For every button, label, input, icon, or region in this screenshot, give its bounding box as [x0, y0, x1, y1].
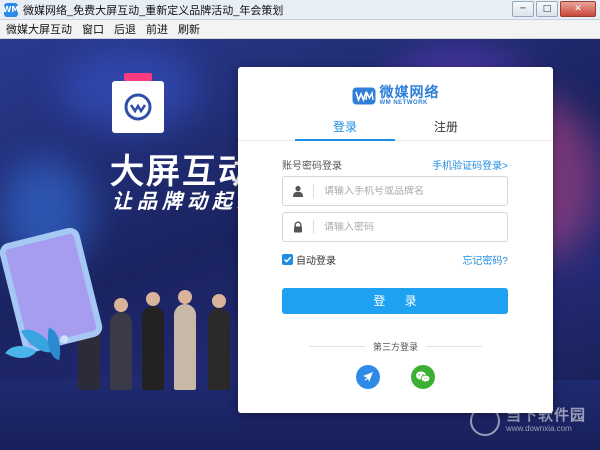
divider-line: [308, 346, 365, 347]
person-figure: [208, 294, 230, 390]
password-login-label: 账号密码登录: [282, 161, 342, 172]
lock-icon: [283, 213, 313, 241]
login-method-row: 账号密码登录 手机验证码登录>: [282, 157, 508, 172]
qq-icon: [363, 372, 373, 382]
window-controls: ─ □ ✕: [512, 1, 596, 17]
field-divider: [313, 184, 314, 198]
brand-name: 微媒网络: [379, 84, 440, 100]
password-input[interactable]: [324, 221, 494, 233]
divider-line: [426, 346, 482, 347]
menu-item-refresh[interactable]: 刷新: [178, 21, 200, 37]
menu-bar: 微媒大屏互动 窗口 后退 前进 刷新: [0, 20, 600, 39]
menu-item-forward[interactable]: 前进: [146, 21, 168, 37]
wechat-login-button[interactable]: [411, 365, 435, 389]
login-card: 微媒网络 WM NETWORK 登录 注册 账号密码登录 手机验证码登录> 请输…: [238, 67, 553, 413]
logo-tag: [124, 73, 152, 81]
auto-login-label[interactable]: 自动登录: [296, 252, 336, 267]
wm-brand-icon: [352, 87, 375, 104]
auto-login-toggle[interactable]: 自动登录: [282, 252, 336, 267]
app-icon: WM: [3, 2, 19, 17]
field-divider: [313, 220, 314, 234]
third-party-label: 第三方登录: [372, 342, 418, 352]
minimize-button[interactable]: ─: [512, 1, 534, 17]
options-row: 自动登录 忘记密码?: [282, 252, 508, 267]
close-button[interactable]: ✕: [560, 1, 596, 17]
qq-login-button[interactable]: [356, 365, 380, 389]
watermark-url: www.downxia.com: [505, 423, 572, 433]
third-party-divider: 第三方登录: [238, 340, 553, 353]
menu-item-window[interactable]: 窗口: [82, 21, 104, 37]
person-figure: [142, 292, 164, 390]
tab-register[interactable]: 注册: [396, 119, 496, 141]
account-input[interactable]: [324, 185, 494, 197]
maximize-button[interactable]: □: [536, 1, 558, 17]
person-figure: [110, 298, 132, 390]
tab-login[interactable]: 登录: [295, 119, 395, 141]
brand-logo-backdrop: [112, 81, 164, 133]
wechat-icon: [416, 371, 431, 383]
wm-logo-icon: [124, 93, 152, 121]
brand-en: WM NETWORK: [379, 100, 428, 106]
auth-tabs: 登录 注册: [238, 119, 553, 141]
window-title: 微媒网络_免费大屏互动_重新定义品牌活动_年会策划: [23, 4, 284, 17]
title-bar: WM 微媒网络_免费大屏互动_重新定义品牌活动_年会策划 ─ □ ✕: [0, 0, 600, 20]
login-button[interactable]: 登 录: [282, 288, 508, 314]
forgot-password-link[interactable]: 忘记密码?: [462, 252, 508, 267]
brand-header: 微媒网络 WM NETWORK: [238, 85, 553, 106]
account-field[interactable]: [282, 176, 508, 206]
sms-login-link[interactable]: 手机验证码登录>: [432, 157, 508, 172]
checkbox-checked-icon[interactable]: [282, 254, 293, 265]
menu-item-back[interactable]: 后退: [114, 21, 136, 37]
person-figure: [174, 290, 196, 390]
menu-item-home[interactable]: 微媒大屏互动: [6, 21, 72, 37]
user-icon: [283, 177, 313, 205]
password-field[interactable]: [282, 212, 508, 242]
